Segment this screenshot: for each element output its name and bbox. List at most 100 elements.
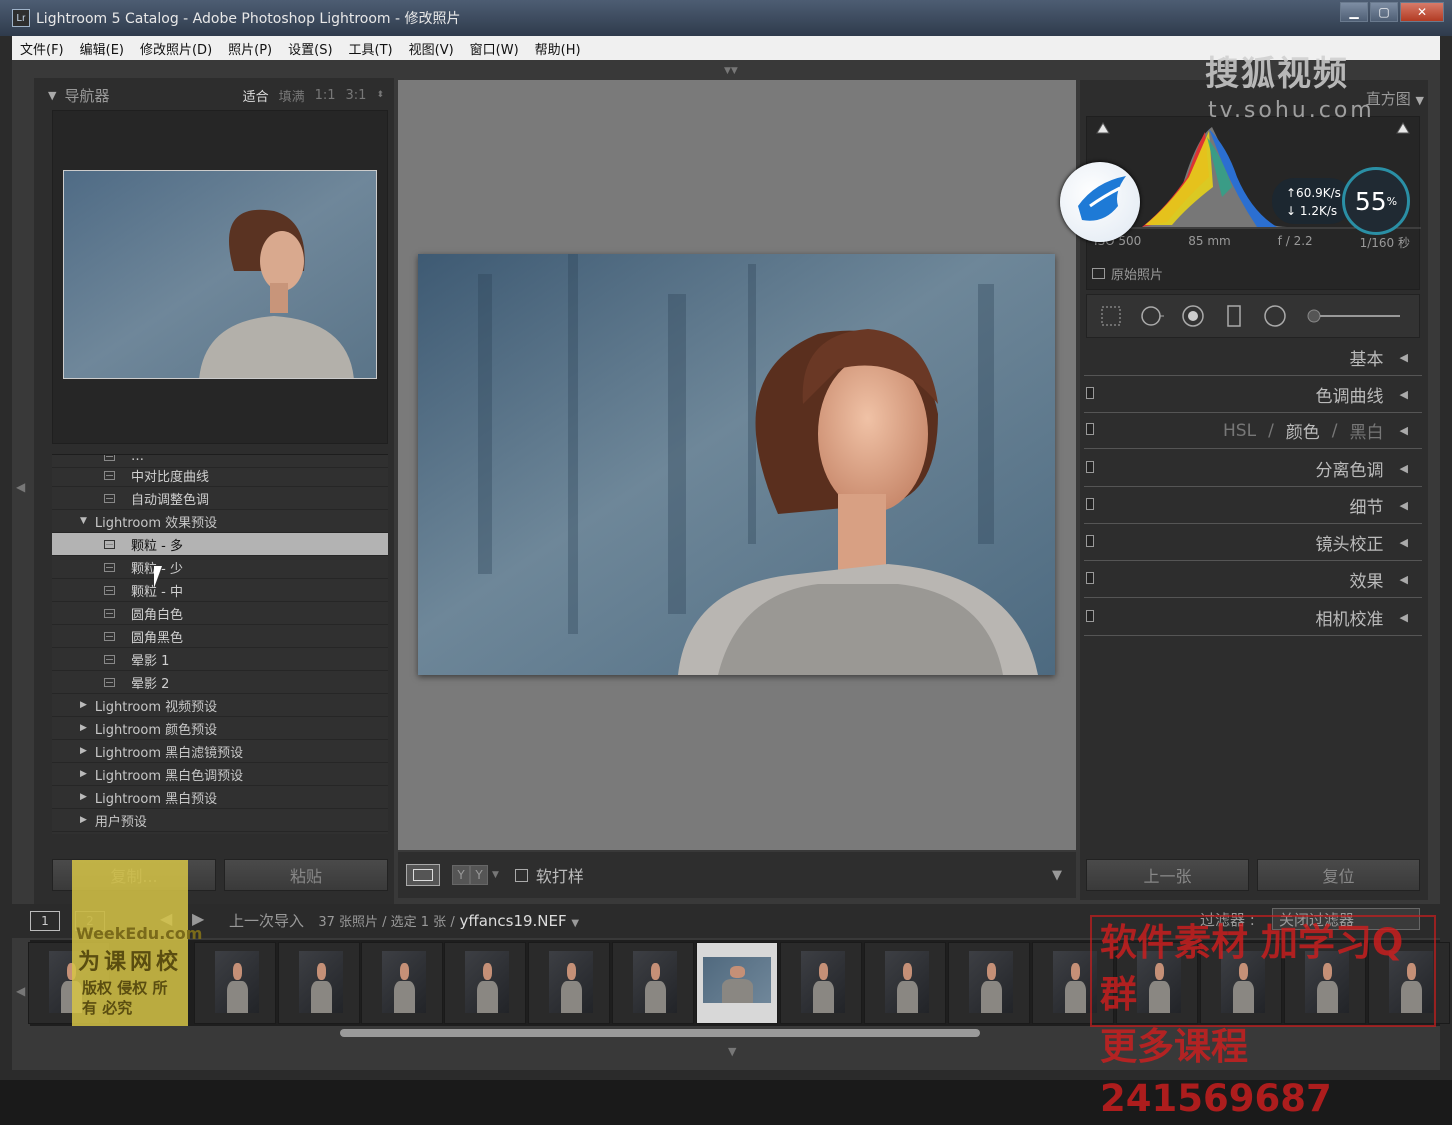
close-icon[interactable]: ✕ — [1400, 2, 1444, 22]
filmstrip-thumbnail[interactable] — [864, 942, 946, 1024]
menu-tools[interactable]: 工具(T) — [341, 39, 401, 58]
maximize-icon[interactable]: ▢ — [1370, 2, 1398, 22]
expand-arrow-icon[interactable]: ◀ — [1400, 351, 1408, 364]
preset-item[interactable]: 圆角白色 — [52, 602, 388, 625]
filmstrip-thumbnail[interactable] — [948, 942, 1030, 1024]
tab-color[interactable]: 颜色 — [1286, 418, 1320, 443]
main-photo[interactable] — [418, 254, 1055, 675]
filmstrip-thumbnail-selected[interactable] — [696, 942, 778, 1024]
before-after-toggle[interactable]: Y Y ▼ — [452, 865, 499, 885]
preset-item[interactable]: 中对比度曲线 — [52, 464, 388, 487]
panel-hsl[interactable]: HSL / 颜色 / 黑白 ◀ — [1084, 413, 1422, 449]
filmstrip-thumbnail[interactable] — [194, 942, 276, 1024]
panel-basic[interactable]: 基本 ◀ — [1084, 340, 1422, 376]
zoom-fill[interactable]: 填满 — [279, 86, 305, 105]
preset-folder[interactable]: ▶ Lightroom 黑白预设 — [52, 786, 388, 809]
panel-tone-curve[interactable]: 色调曲线 ◀ — [1084, 377, 1422, 413]
panel-effects[interactable]: 效果 ◀ — [1084, 562, 1422, 598]
menu-photo[interactable]: 照片(P) — [220, 39, 280, 58]
filmstrip-thumbnail[interactable] — [444, 942, 526, 1024]
menu-settings[interactable]: 设置(S) — [280, 39, 340, 58]
tab-bw[interactable]: 黑白 — [1350, 418, 1384, 443]
filmstrip-source-info[interactable]: 上一次导入 37 张照片 / 选定 1 张 / yffancs19.NEF ▼ — [229, 910, 579, 931]
panel-switch-icon[interactable] — [1086, 535, 1094, 547]
reset-button[interactable]: 复位 — [1257, 859, 1420, 891]
panel-switch-icon[interactable] — [1086, 498, 1094, 510]
radial-filter-icon[interactable] — [1263, 304, 1287, 328]
before-after-icon[interactable]: Y — [452, 865, 470, 885]
previous-button[interactable]: 上一张 — [1086, 859, 1249, 891]
panel-switch-icon[interactable] — [1086, 610, 1094, 622]
preset-folder[interactable]: ▼ Lightroom 效果预设 — [52, 510, 388, 533]
bottom-panel-toggle-icon[interactable]: ▼ — [728, 1045, 736, 1058]
original-photo-checkbox[interactable] — [1092, 268, 1105, 279]
source-label[interactable]: 上一次导入 — [229, 912, 304, 930]
preset-folder[interactable]: ▶ Lightroom 黑白色调预设 — [52, 763, 388, 786]
zoom-3-1[interactable]: 3:1 — [346, 88, 367, 103]
expand-arrow-icon[interactable]: ◀ — [1400, 462, 1408, 475]
panel-switch-icon[interactable] — [1086, 461, 1094, 473]
panel-switch-icon[interactable] — [1086, 423, 1094, 435]
preset-item[interactable]: 颗粒 - 少 — [52, 556, 388, 579]
spot-removal-icon[interactable] — [1140, 304, 1164, 328]
expand-arrow-icon[interactable]: ◀ — [1400, 611, 1408, 624]
menu-help[interactable]: 帮助(H) — [527, 39, 589, 58]
top-panel-toggle-icon[interactable]: ▼▼ — [724, 66, 738, 76]
preset-folder[interactable]: ▶ 用户预设 — [52, 809, 388, 832]
before-after-icon[interactable]: Y — [470, 865, 488, 885]
panel-camera-calibration[interactable]: 相机校准 ◀ — [1084, 600, 1422, 636]
expand-arrow-icon[interactable]: ◀ — [1400, 388, 1408, 401]
menu-file[interactable]: 文件(F) — [12, 39, 72, 58]
panel-lens-corrections[interactable]: 镜头校正 ◀ — [1084, 525, 1422, 561]
expand-arrow-icon[interactable]: ◀ — [1400, 424, 1408, 437]
expand-arrow-icon[interactable]: ◀ — [1400, 536, 1408, 549]
filmstrip-left-toggle-icon[interactable]: ◀ — [16, 984, 25, 998]
menu-edit[interactable]: 编辑(E) — [72, 39, 132, 58]
minimize-icon[interactable]: ▁ — [1340, 2, 1368, 22]
expand-arrow-icon[interactable]: ◀ — [1400, 499, 1408, 512]
filmstrip-scrollbar[interactable] — [340, 1029, 980, 1037]
preset-folder[interactable]: ▶ Lightroom 黑白滤镜预设 — [52, 740, 388, 763]
red-eye-icon[interactable] — [1181, 304, 1205, 328]
menu-develop[interactable]: 修改照片(D) — [132, 39, 220, 58]
zoom-1-1[interactable]: 1:1 — [315, 88, 336, 103]
zoom-fit[interactable]: 适合 — [243, 86, 269, 105]
crop-tool-icon[interactable] — [1099, 304, 1123, 328]
graduated-filter-icon[interactable] — [1222, 304, 1246, 328]
panel-detail[interactable]: 细节 ◀ — [1084, 488, 1422, 524]
menu-window[interactable]: 窗口(W) — [462, 39, 527, 58]
panel-switch-icon[interactable] — [1086, 572, 1094, 584]
preset-item[interactable]: 晕影 1 — [52, 648, 388, 671]
panel-split-toning[interactable]: 分离色调 ◀ — [1084, 451, 1422, 487]
filmstrip-thumbnail[interactable] — [361, 942, 443, 1024]
left-panel-toggle-icon[interactable]: ◀ — [16, 480, 25, 494]
preset-item[interactable]: 圆角黑色 — [52, 625, 388, 648]
filmstrip-thumbnail[interactable] — [528, 942, 610, 1024]
filmstrip-thumbnail[interactable] — [612, 942, 694, 1024]
loupe-view-icon[interactable] — [406, 864, 440, 886]
preset-folder[interactable]: ▶ Lightroom 视频预设 — [52, 694, 388, 717]
preset-item[interactable]: 晕影 2 — [52, 671, 388, 694]
filmstrip-thumbnail[interactable] — [278, 942, 360, 1024]
collapse-triangle-icon[interactable]: ▼ — [1416, 94, 1424, 107]
primary-display-icon[interactable]: 1 — [30, 911, 60, 931]
expand-arrow-icon[interactable]: ◀ — [1400, 573, 1408, 586]
tab-hsl[interactable]: HSL — [1223, 421, 1256, 441]
adjustment-brush-slider[interactable] — [1304, 304, 1404, 328]
preset-item-selected[interactable]: 颗粒 - 多 — [52, 533, 388, 556]
navigator-header[interactable]: ▼ 导航器 适合 填满 1:1 3:1 ⬍ — [48, 82, 388, 108]
dropdown-arrow-icon[interactable]: ▼ — [492, 870, 499, 880]
filmstrip-thumbnail[interactable] — [780, 942, 862, 1024]
navigator-thumbnail[interactable] — [63, 170, 377, 379]
menu-view[interactable]: 视图(V) — [401, 39, 462, 58]
original-photo-toggle[interactable]: 原始照片 — [1092, 264, 1163, 283]
preset-item[interactable]: 自动调整色调 — [52, 487, 388, 510]
soft-proof-checkbox[interactable] — [514, 868, 528, 882]
toolbar-menu-arrow-icon[interactable]: ▼ — [1052, 868, 1062, 883]
preset-folder[interactable]: ▶ Lightroom 颜色预设 — [52, 717, 388, 740]
panel-switch-icon[interactable] — [1086, 387, 1094, 399]
paste-button[interactable]: 粘贴 — [224, 859, 388, 891]
zoom-menu-icon[interactable]: ⬍ — [376, 90, 384, 100]
preset-item[interactable]: 颗粒 - 中 — [52, 579, 388, 602]
filename-dropdown-icon[interactable]: ▼ — [571, 918, 579, 929]
